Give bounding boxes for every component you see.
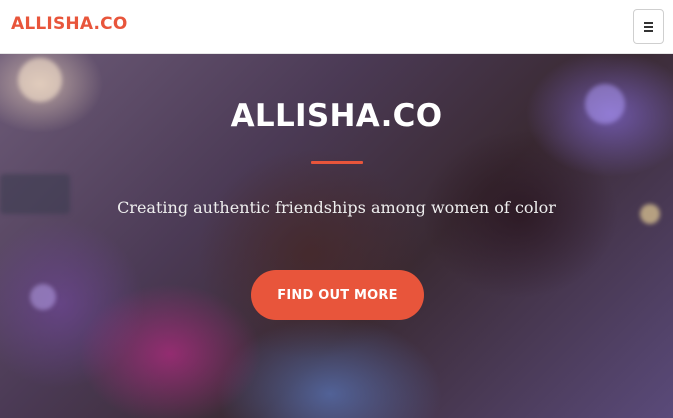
- hero-section: ALLISHA.CO Creating authentic friendship…: [0, 54, 673, 418]
- hamburger-menu-icon: [644, 21, 653, 32]
- brand-logo-link[interactable]: ALLISHA.CO: [11, 14, 127, 34]
- hero-divider: [311, 161, 363, 164]
- hero-tagline: Creating authentic friendships among wom…: [117, 198, 556, 217]
- hero-title: ALLISHA.CO: [230, 98, 443, 134]
- top-navbar: ALLISHA.CO: [0, 0, 673, 54]
- find-out-more-button[interactable]: FIND OUT MORE: [251, 270, 424, 320]
- menu-toggle-button[interactable]: [633, 9, 664, 44]
